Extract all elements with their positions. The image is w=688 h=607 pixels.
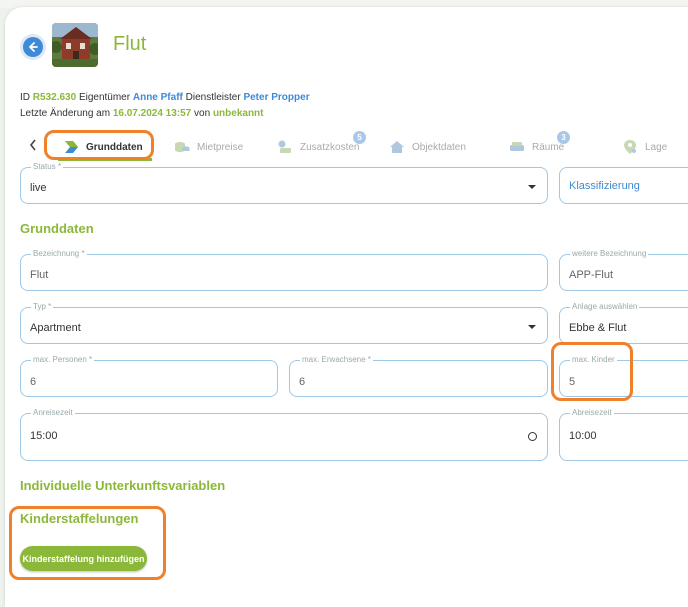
- by-label: von: [194, 108, 211, 119]
- tab-objektdaten[interactable]: Objektdaten: [389, 133, 466, 161]
- status-label: Status *: [31, 162, 64, 171]
- raeume-count-badge: 3: [557, 131, 570, 144]
- status-select[interactable]: Status * live: [20, 162, 548, 204]
- tabs-scroll-left-icon[interactable]: [29, 138, 37, 154]
- anlage-label: Anlage auswählen: [570, 302, 640, 311]
- abreisezeit-field[interactable]: Abreisezeit 10:00: [559, 408, 688, 461]
- klassifizierung-select[interactable]: Klassifizierung: [559, 167, 688, 204]
- weitere-bezeichnung-label: weitere Bezeichnung: [570, 249, 649, 258]
- sofa-icon: [509, 139, 525, 155]
- tab-raeume[interactable]: Räume: [509, 133, 564, 161]
- tab-label: Zusatzkosten: [300, 141, 360, 153]
- provider-link[interactable]: Peter Propper: [243, 92, 309, 103]
- map-pin-icon: [622, 139, 638, 155]
- tab-lage[interactable]: Lage: [622, 133, 667, 161]
- tab-zusatzkosten[interactable]: Zusatzkosten: [277, 133, 359, 161]
- house-icon: [389, 139, 405, 155]
- owner-link[interactable]: Anne Pfaff: [133, 92, 183, 103]
- zusatzkosten-count-badge: 5: [353, 131, 366, 144]
- highlight-grunddaten-tab: [44, 130, 154, 160]
- highlight-kinderstaffelungen: [9, 506, 166, 580]
- by-value: unbekannt: [212, 108, 264, 119]
- anlage-select[interactable]: Anlage auswählen Ebbe & Flut: [559, 302, 688, 344]
- typ-label: Typ *: [31, 302, 54, 311]
- typ-value: Apartment: [30, 322, 81, 334]
- bezeichnung-field[interactable]: Bezeichnung * Flut: [20, 249, 548, 291]
- chevron-down-icon: [528, 185, 536, 189]
- cost-icon: [277, 139, 293, 155]
- max-erwachsene-label: max. Erwachsene *: [300, 355, 373, 364]
- id-value: R532.630: [32, 92, 77, 103]
- tab-label: Mietpreise: [197, 141, 244, 153]
- weitere-bezeichnung-field[interactable]: weitere Bezeichnung APP-Flut: [559, 249, 688, 291]
- max-personen-label: max. Personen *: [31, 355, 95, 364]
- meta-line-change: Letzte Änderung am 16.07.2024 13:57 von …: [20, 108, 264, 119]
- anreisezeit-label: Anreisezeit: [31, 408, 75, 417]
- abreisezeit-value: 10:00: [569, 430, 597, 442]
- max-personen-value: 6: [30, 376, 37, 388]
- abreisezeit-label: Abreisezeit: [570, 408, 614, 417]
- klassifizierung-placeholder: Klassifizierung: [569, 180, 640, 192]
- max-erwachsene-value: 6: [299, 376, 306, 388]
- tab-label: Objektdaten: [412, 141, 466, 153]
- anreisezeit-field[interactable]: Anreisezeit 15:00: [20, 408, 548, 461]
- status-value: live: [30, 182, 47, 194]
- typ-select[interactable]: Typ * Apartment: [20, 302, 548, 344]
- property-thumbnail: [52, 23, 98, 67]
- section-title-grunddaten: Grunddaten: [20, 221, 94, 236]
- last-change-value: 16.07.2024 13:57: [112, 108, 192, 119]
- bezeichnung-value: Flut: [30, 269, 49, 281]
- anreisezeit-value: 15:00: [30, 430, 58, 442]
- anlage-value: Ebbe & Flut: [569, 322, 627, 334]
- weitere-bezeichnung-value: APP-Flut: [569, 269, 614, 281]
- last-change-label: Letzte Änderung am: [20, 108, 111, 119]
- meta-line-ids: ID R532.630 Eigentümer Anne Pfaff Dienst…: [20, 92, 310, 103]
- back-button[interactable]: [20, 34, 46, 60]
- tab-mietpreise[interactable]: Mietpreise: [174, 133, 243, 161]
- chevron-down-icon: [528, 325, 536, 329]
- max-erwachsene-field[interactable]: max. Erwachsene * 6: [289, 355, 548, 397]
- back-arrow-icon: [23, 37, 43, 57]
- section-title-individuelle: Individuelle Unterkunftsvariablen: [20, 478, 226, 493]
- tab-label: Lage: [645, 141, 668, 153]
- coins-icon: [174, 139, 190, 155]
- highlight-max-kinder: [551, 342, 633, 401]
- page-title: Flut: [113, 33, 147, 55]
- clock-icon[interactable]: [528, 432, 537, 441]
- bezeichnung-label: Bezeichnung *: [31, 249, 87, 258]
- provider-label: Dienstleister: [185, 92, 241, 103]
- owner-label: Eigentümer: [78, 92, 131, 103]
- max-personen-field[interactable]: max. Personen * 6: [20, 355, 278, 397]
- id-label: ID: [20, 92, 30, 103]
